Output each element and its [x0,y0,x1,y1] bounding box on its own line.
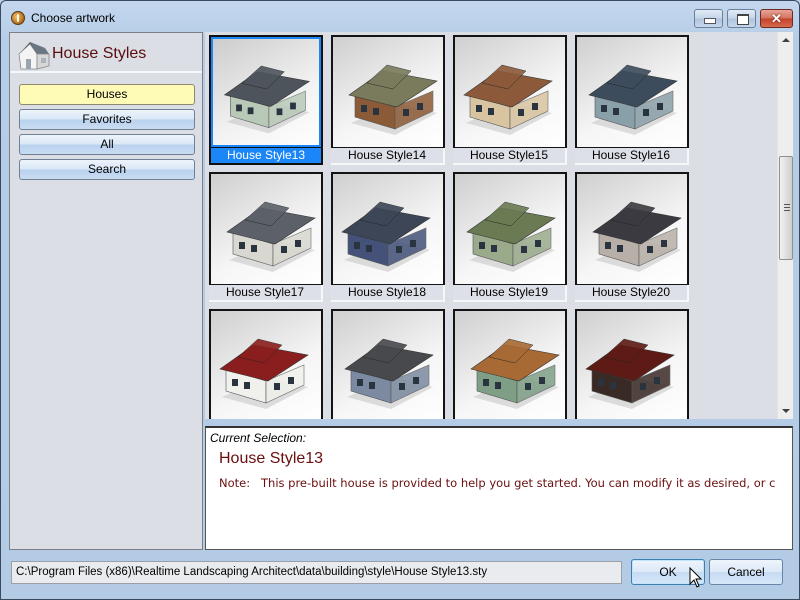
artwork-tile[interactable]: House Style21 [209,309,323,419]
artwork-tile[interactable]: House Style19 [453,172,567,302]
house-render-image [463,64,553,135]
app-icon [11,11,25,25]
selection-info-panel: Current Selection: House Style13 Note: T… [205,426,793,550]
minimize-button[interactable] [694,9,723,28]
house-render-image [223,65,311,134]
house-render-image [588,64,678,135]
artwork-label: House Style14 [331,148,445,165]
search-button[interactable]: Search [19,159,195,180]
artwork-thumbnail[interactable] [209,172,323,286]
house-render-image [226,201,316,272]
maximize-button[interactable] [727,9,756,28]
artwork-label: House Style13 [209,148,323,165]
category-panel: House Styles Houses Favorites All Search [9,32,203,550]
mouse-cursor-icon [689,567,703,588]
grip-icon [784,204,790,211]
title-bar[interactable]: Choose artwork ✕ [1,1,799,33]
artwork-tile[interactable]: House Style20 [575,172,689,302]
favorites-button[interactable]: Favorites [19,109,195,130]
close-button[interactable]: ✕ [760,9,793,28]
artwork-gallery: House Style13 House Style14 House Style15 H… [205,32,777,419]
all-button[interactable]: All [19,134,195,155]
house-icon [18,42,50,70]
scroll-down-arrow-icon[interactable] [782,409,790,413]
artwork-label: House Style16 [575,148,689,165]
artwork-tile[interactable]: House Style17 [209,172,323,302]
category-header: House Styles [10,33,202,73]
selection-caption: Current Selection: [210,431,307,445]
artwork-thumbnail[interactable] [575,35,689,149]
artwork-tile[interactable]: House Style23 [453,309,567,419]
artwork-thumbnail[interactable] [453,35,567,149]
note-label: Note: [219,476,251,490]
house-render-image [585,338,675,409]
choose-artwork-dialog: Choose artwork ✕ House Styles Houses Fav… [0,0,800,600]
house-render-image [470,338,560,409]
artwork-tile[interactable]: House Style14 [331,35,445,165]
artwork-thumbnail[interactable] [453,172,567,286]
artwork-label: House Style18 [331,285,445,302]
artwork-thumbnail[interactable] [453,309,567,419]
selection-name: House Style13 [219,450,324,467]
artwork-thumbnail[interactable] [331,172,445,286]
artwork-thumbnail[interactable] [331,35,445,149]
note-text: This pre-built house is provided to help… [261,476,776,490]
artwork-tile[interactable]: House Style24 [575,309,689,419]
cancel-button[interactable]: Cancel [709,559,783,585]
artwork-label: House Style17 [209,285,323,302]
house-render-image [344,338,434,409]
gallery-scrollbar[interactable] [777,32,793,419]
scroll-up-arrow-icon[interactable] [782,38,790,42]
artwork-tile[interactable]: House Style13 [209,35,323,165]
artwork-thumbnail[interactable] [209,35,323,149]
artwork-label: House Style19 [453,285,567,302]
artwork-thumbnail[interactable] [575,309,689,419]
artwork-thumbnail[interactable] [331,309,445,419]
artwork-tile[interactable]: House Style22 [331,309,445,419]
house-render-image [348,64,438,135]
artwork-thumbnail[interactable] [209,309,323,419]
house-render-image [219,338,309,409]
scrollbar-thumb[interactable] [779,156,793,260]
house-render-image [466,201,556,272]
house-render-image [341,201,431,272]
house-render-image [592,201,682,272]
artwork-thumbnail[interactable] [575,172,689,286]
window-title: Choose artwork [31,11,116,25]
houses-button[interactable]: Houses [19,84,195,105]
artwork-tile[interactable]: House Style16 [575,35,689,165]
category-title: House Styles [52,45,147,62]
artwork-tile[interactable]: House Style15 [453,35,567,165]
artwork-tile[interactable]: House Style18 [331,172,445,302]
artwork-label: House Style15 [453,148,567,165]
close-icon: ✕ [771,11,782,26]
artwork-label: House Style20 [575,285,689,302]
file-path-field: C:\Program Files (x86)\Realtime Landscap… [11,561,622,584]
